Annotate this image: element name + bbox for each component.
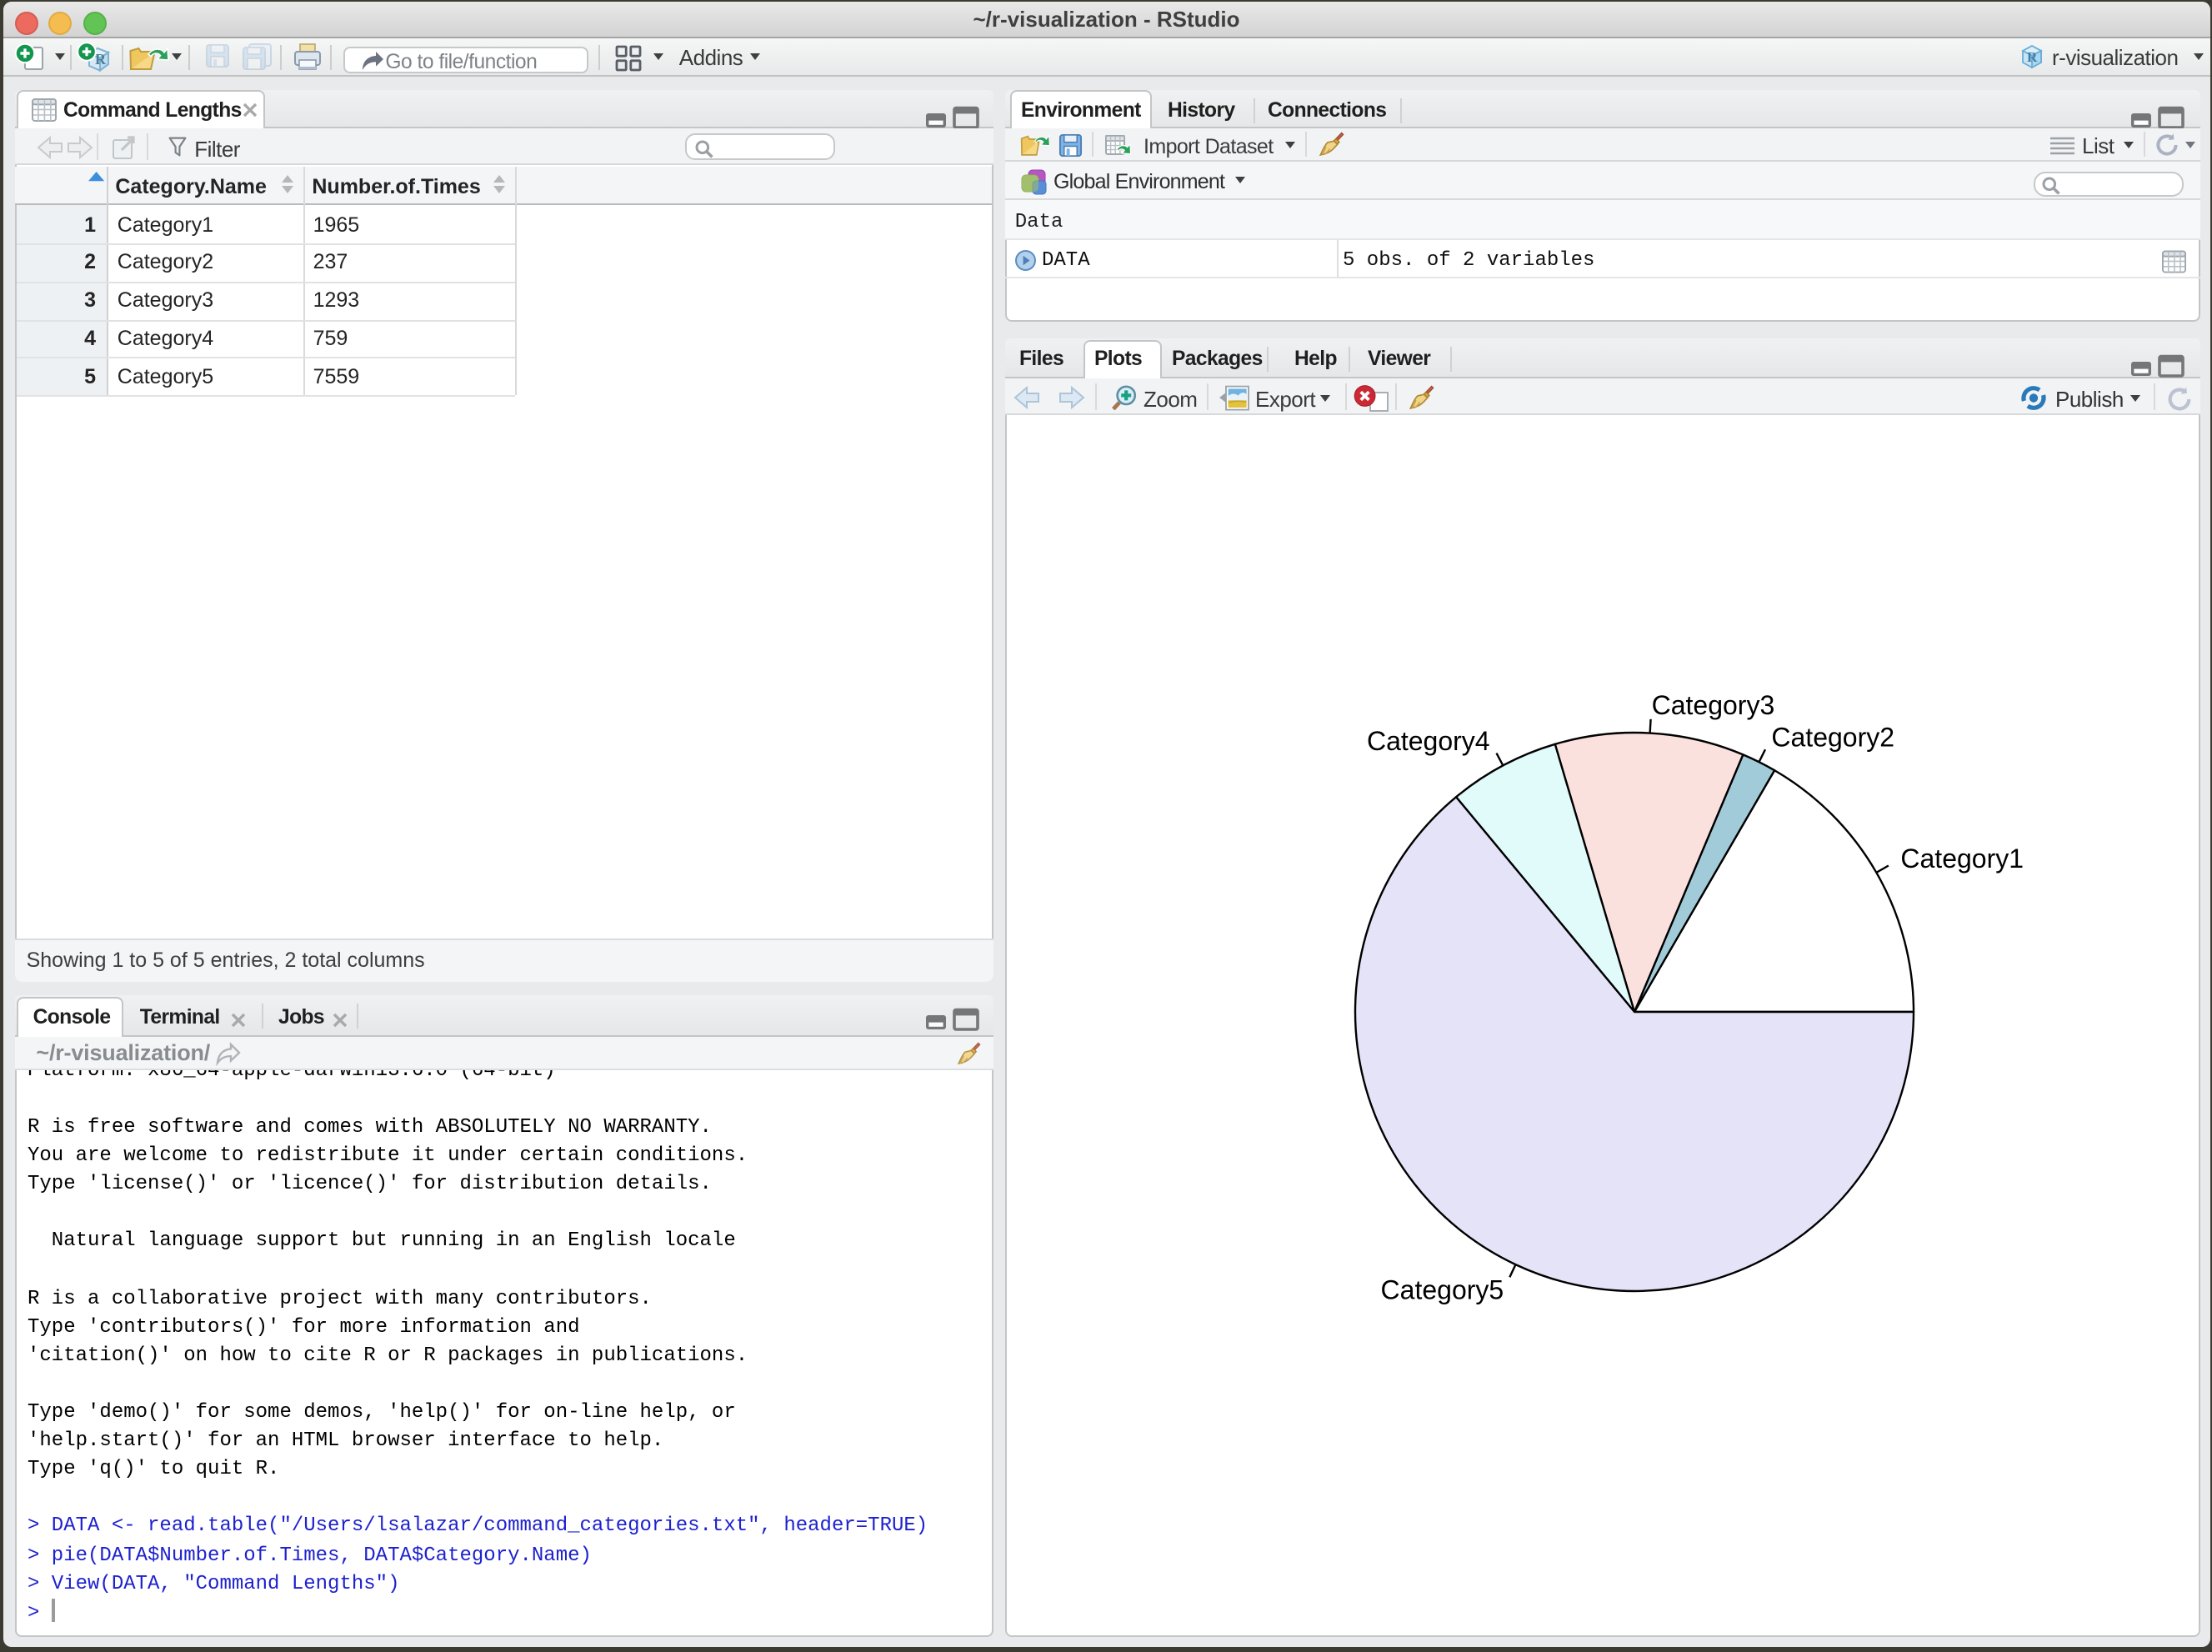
svg-text:R: R [95, 50, 107, 67]
svg-text:Category1: Category1 [1899, 843, 2023, 873]
svg-text:Category2: Category2 [1770, 721, 1894, 751]
svg-text:R: R [2026, 49, 2037, 65]
svg-text:Category3: Category3 [1651, 689, 1774, 719]
svg-text:Category4: Category4 [1366, 725, 1489, 755]
svg-text:Category5: Category5 [1380, 1274, 1504, 1304]
